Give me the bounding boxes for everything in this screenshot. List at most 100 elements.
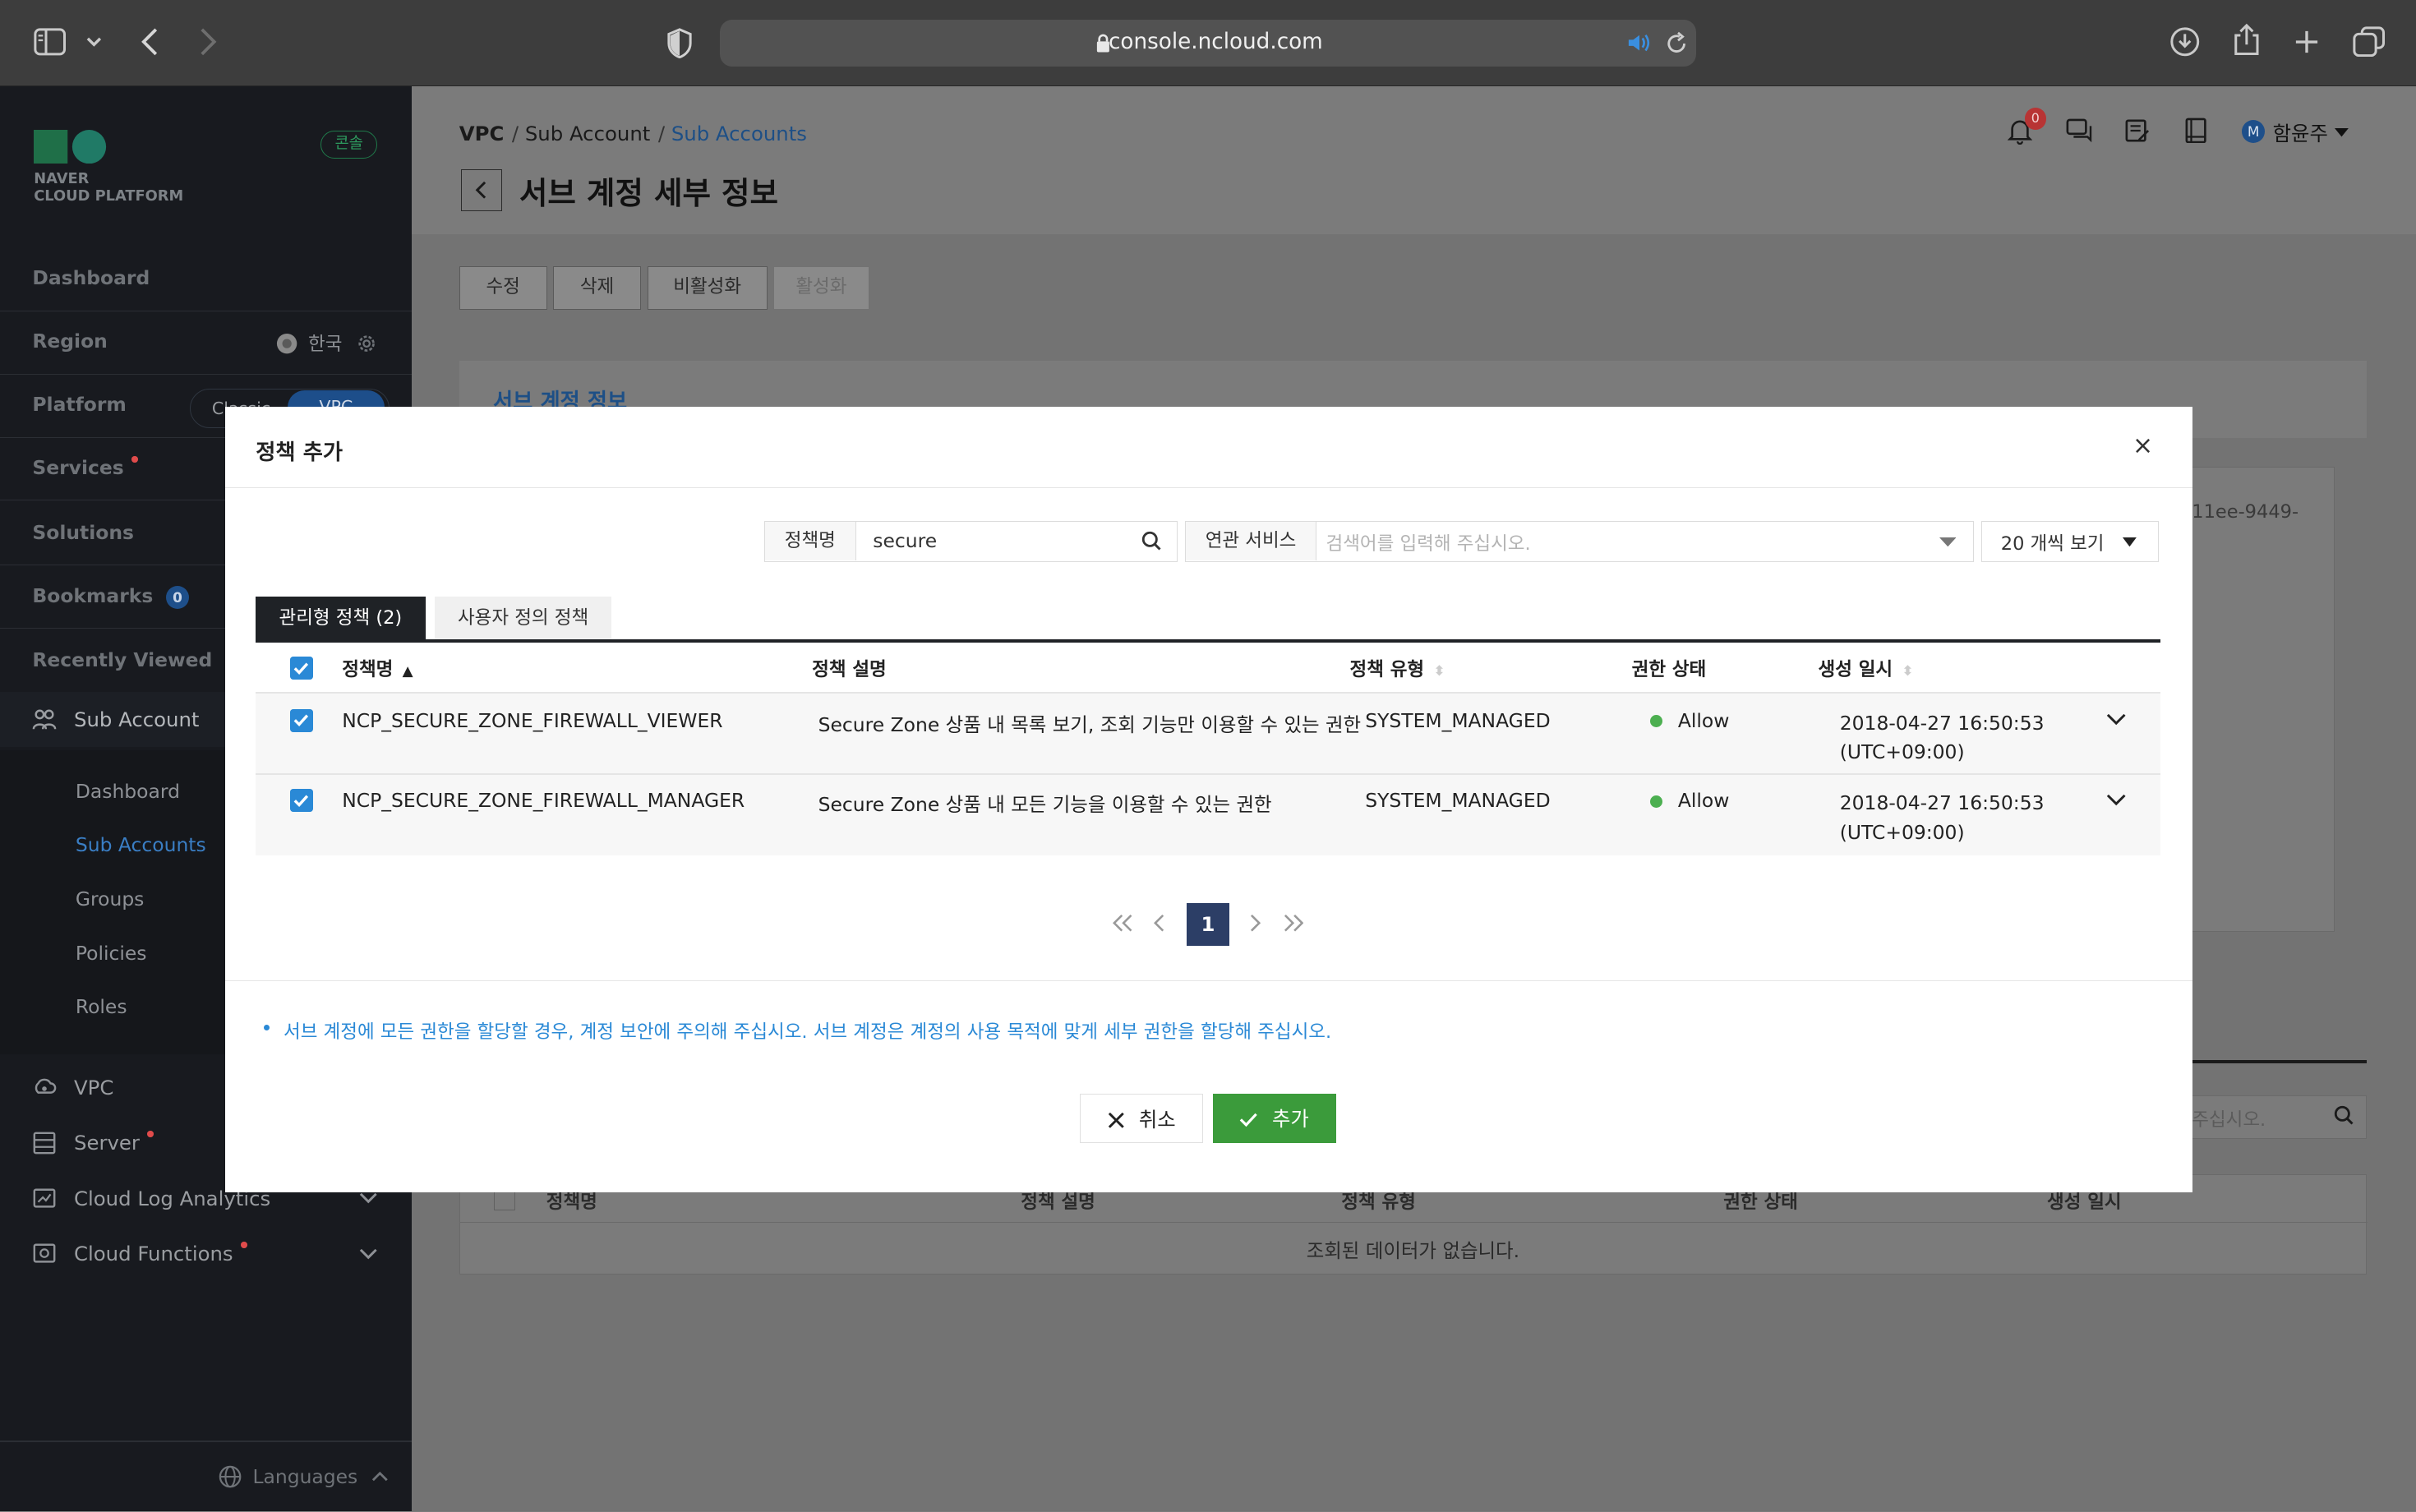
tab-underline [256,639,2160,643]
log-icon [32,1187,57,1211]
shield-icon[interactable] [667,27,692,59]
tab-managed-policies[interactable]: 관리형 정책 (2) [256,596,426,640]
divider [224,980,2193,982]
sub-nav-groups[interactable]: Groups [76,887,145,910]
bottom-search-input[interactable]: 주십시오. [2172,1095,2367,1139]
cancel-button[interactable]: 취소 [1080,1094,1204,1144]
policy-name: NCP_SECURE_ZONE_FIREWALL_VIEWER [342,708,723,732]
chat-icon[interactable] [2066,118,2092,143]
chevron-up-icon [371,1471,389,1482]
logo-text: NAVER CLOUD PLATFORM [34,170,184,205]
expand-chevron-icon[interactable] [2106,794,2126,806]
gear-icon[interactable] [356,333,377,354]
functions-icon [32,1242,57,1266]
languages-button[interactable]: Languages [219,1464,388,1488]
add-button[interactable]: 추가 [1212,1094,1336,1144]
bookmarks-count-badge: 0 [165,585,190,609]
book-icon[interactable] [2185,118,2206,144]
page-size-value: 20 개씩 보기 [2000,533,2105,555]
col-created-at[interactable]: 생성 일시 ⬍ [1819,655,1914,681]
new-dot [241,1242,247,1248]
chevron-down-icon[interactable] [359,1192,378,1205]
back-button[interactable] [460,169,503,211]
breadcrumb-sub-account[interactable]: Sub Account [525,122,650,145]
address-bar[interactable]: console.ncloud.com [719,20,1697,67]
new-tab-icon[interactable] [2294,30,2319,54]
last-page-icon[interactable] [1284,914,1304,933]
caret-down-icon[interactable] [1939,537,1957,546]
browser-toolbar: console.ncloud.com [0,0,2416,86]
first-page-icon[interactable] [1112,914,1132,933]
caret-down-icon [2122,537,2137,546]
chevron-left-icon [474,181,486,200]
permission-status: Allow [1677,789,1730,812]
breadcrumb: VPC / Sub Account / Sub Accounts [459,122,807,146]
download-icon[interactable] [2169,26,2201,58]
col-policy-type[interactable]: 정책 유형 ⬍ [1350,655,1445,681]
console-badge[interactable]: 콘솔 [320,131,378,159]
policy-description: Secure Zone 상품 내 모든 기능을 이용할 수 있는 권한 [818,793,1272,816]
tabs-icon[interactable] [2353,26,2386,58]
forward-icon[interactable] [199,28,218,56]
users-icon [32,708,57,732]
sub-nav-roles[interactable]: Roles [76,995,127,1018]
user-name[interactable]: 함윤주 [2273,118,2328,147]
breadcrumb-sub-accounts[interactable]: Sub Accounts [671,122,807,145]
add-policy-modal: 정책 추가 × 정책명 secure 연관 서비스 검색어를 입력해 주십시오.… [224,407,2193,1193]
nav-dashboard[interactable]: Dashboard [0,248,412,311]
related-service-input[interactable]: 검색어를 입력해 주십시오. [1326,529,1531,555]
back-icon[interactable] [141,28,159,56]
new-dot [147,1131,154,1137]
prev-page-icon[interactable] [1154,914,1164,933]
sub-nav-sub-accounts[interactable]: Sub Accounts [76,833,206,856]
avatar[interactable]: M [2242,120,2266,144]
speaker-icon[interactable] [1627,32,1652,53]
table-row[interactable]: NCP_SECURE_ZONE_FIREWALL_VIEWER Secure Z… [256,693,2160,774]
divider [224,486,2193,489]
naver-cloud-logo [34,129,108,164]
tab-custom-policies[interactable]: 사용자 정의 정책 [434,596,612,640]
page-button-current[interactable]: 1 [1186,902,1230,947]
related-service-label: 연관 서비스 [1185,521,1317,560]
reload-icon[interactable] [1666,31,1687,54]
sort-icon: ⬍ [1902,662,1914,679]
search-icon[interactable] [2334,1105,2354,1125]
policy-type: SYSTEM_MANAGED [1365,789,1551,812]
divider [0,1441,412,1442]
nav-region[interactable]: Region 한국 [0,311,412,375]
korea-flag-icon [276,333,297,354]
page-header: VPC / Sub Account / Sub Accounts 서브 계정 세… [411,86,2416,234]
policy-name-input[interactable]: secure [873,529,937,552]
caret-down-icon[interactable] [2334,127,2349,137]
chevron-down-icon[interactable] [359,1248,378,1261]
new-dot [131,456,138,463]
policy-description: Secure Zone 상품 내 목록 보기, 조회 기능만 이용할 수 있는 … [818,712,1362,736]
activate-button[interactable]: 활성화 [773,266,869,310]
select-all-checkbox[interactable] [289,656,313,680]
next-page-icon[interactable] [1250,914,1261,933]
delete-button[interactable]: 삭제 [553,266,641,310]
memo-icon[interactable] [2125,118,2150,143]
page-size-select[interactable]: 20 개씩 보기 [1981,520,2159,563]
vpc-icon [32,1076,57,1100]
col-policy-name[interactable]: 정책명 ▲ [342,655,413,681]
modal-title: 정책 추가 [256,440,343,465]
sidebar-toggle-icon[interactable] [34,28,67,56]
share-icon[interactable] [2233,23,2261,57]
table-row[interactable]: NCP_SECURE_ZONE_FIREWALL_MANAGER Secure … [256,775,2160,855]
service-cloud-functions[interactable]: Cloud Functions [0,1227,412,1283]
chevron-down-icon[interactable] [86,37,102,49]
edit-button[interactable]: 수정 [459,266,547,310]
policy-name-search: 정책명 secure [764,520,1178,563]
row-checkbox[interactable] [289,708,313,732]
close-icon[interactable]: × [2132,431,2153,460]
search-icon[interactable] [1141,531,1161,551]
breadcrumb-vpc[interactable]: VPC [459,122,505,145]
sub-nav-dashboard[interactable]: Dashboard [76,780,180,803]
expand-chevron-icon[interactable] [2106,713,2126,726]
policy-name-label: 정책명 [765,521,856,560]
sub-nav-policies[interactable]: Policies [76,942,147,965]
server-icon [32,1131,57,1155]
deactivate-button[interactable]: 비활성화 [647,266,768,310]
row-checkbox[interactable] [289,789,313,813]
